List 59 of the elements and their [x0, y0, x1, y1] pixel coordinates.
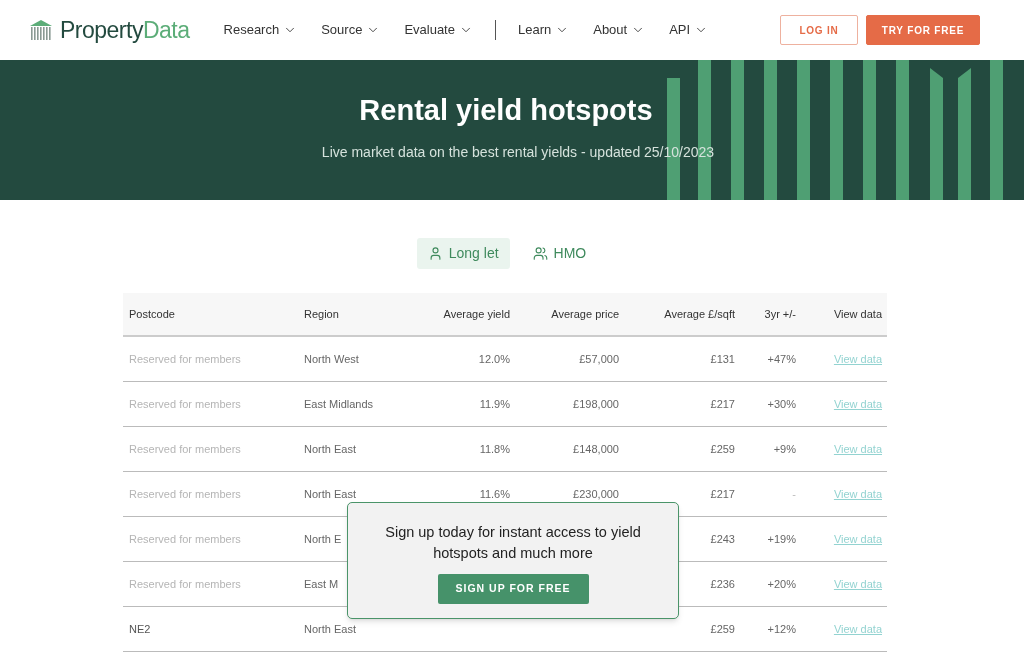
nav-menu[interactable]: About [581, 20, 658, 40]
table-cell-text: 11.6% [478, 486, 511, 502]
table-cell-text: £230,000 [572, 486, 620, 502]
table-cell-text: Reserved for members [128, 441, 242, 457]
page-subtitle: Live market data on the best rental yields - updated 25/10/2023 [321, 143, 715, 162]
table-cell-text: Reserved for members [128, 531, 242, 547]
table-cell-text: £236 [709, 576, 736, 592]
nav-menu[interactable]: Evaluate [392, 20, 485, 40]
table-cell-text: +12% [766, 621, 797, 637]
table-cell-text: 11.9% [478, 396, 511, 412]
try-for-free-button[interactable]: TRY FOR FREE [866, 15, 980, 45]
logo-icon [30, 20, 52, 40]
table-cell-text: North East [303, 441, 356, 457]
table-cell-text: East M [303, 576, 339, 592]
table-cell-text: 11.8% [478, 441, 511, 457]
nav-menu[interactable]: Learn [505, 20, 582, 40]
table-cell-text: Reserved for members [128, 576, 242, 592]
logo-text[interactable]: PropertyData [60, 18, 190, 42]
tab[interactable]: Long let [416, 238, 510, 269]
column-header: Average yield [442, 306, 511, 322]
table-cell-text: £259 [709, 621, 736, 637]
signup-message: Sign up today for instant access to yield hotspots and much more [384, 523, 642, 563]
column-header: Average £/sqft [663, 306, 736, 322]
table-cell-text: North West [303, 351, 359, 367]
table-cell-text: NE2 [128, 621, 152, 637]
table-cell-text: North East [303, 621, 356, 637]
people-icon [532, 246, 548, 261]
log-in-button[interactable]: LOG IN [780, 15, 858, 45]
column-header: Region [303, 306, 340, 322]
column-header: Average price [550, 306, 620, 322]
table-cell-text: Reserved for members [128, 396, 242, 412]
nav-menu[interactable]: Research [211, 20, 310, 40]
table-cell-text: +9% [772, 441, 797, 457]
table-cell-text: North East [303, 486, 356, 502]
sign-up-button[interactable]: SIGN UP FOR FREE [437, 574, 589, 604]
table-cell-text: +30% [766, 396, 797, 412]
table-cell-text: - [791, 486, 797, 502]
table-cell-text: East Midlands [303, 396, 374, 412]
table-cell-text: £131 [709, 351, 736, 367]
table-cell-text: +47% [766, 351, 797, 367]
table-cell-text: £57,000 [578, 351, 620, 367]
column-header: Postcode [128, 306, 176, 322]
table-cell-text: Reserved for members [128, 351, 242, 367]
table-cell-text: North E [303, 531, 342, 547]
table-cell-text: £198,000 [572, 396, 620, 412]
table-cell-text: 12.0% [477, 351, 511, 367]
table-cell-text: £148,000 [572, 441, 620, 457]
table-cell-text: Reserved for members [128, 486, 242, 502]
table-cell-text: +19% [766, 531, 797, 547]
nav-menu[interactable]: API [657, 20, 721, 40]
column-header: 3yr +/- [763, 306, 797, 322]
table-cell-text: £217 [709, 486, 736, 502]
table-cell-text: +20% [766, 576, 797, 592]
page-title: Rental yield hotspots [359, 93, 653, 128]
column-header: View data [832, 306, 883, 322]
table-cell-text: £259 [709, 441, 736, 457]
table-cell-text: £217 [709, 396, 736, 412]
nav-menu[interactable]: Source [309, 20, 393, 40]
person-icon [427, 246, 443, 261]
